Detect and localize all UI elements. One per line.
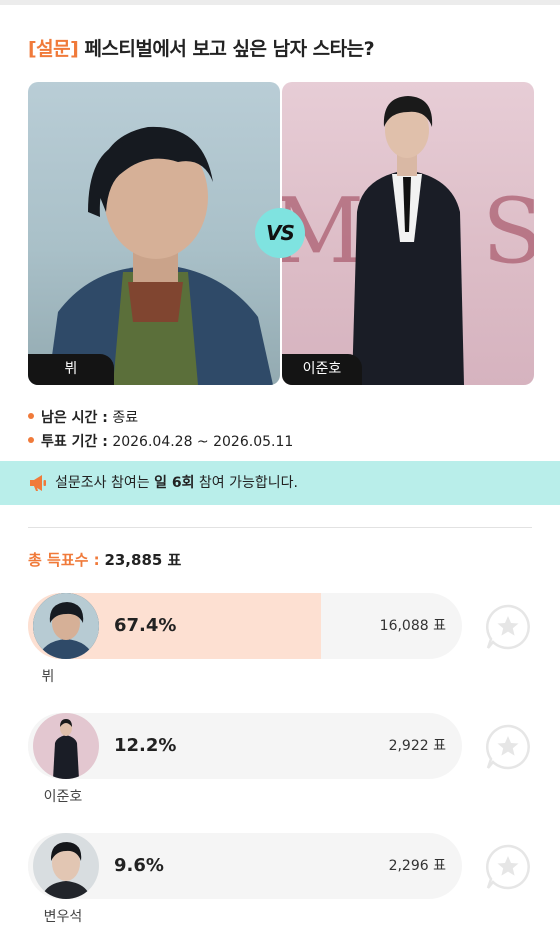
- avatar-illustration: [33, 593, 99, 659]
- result-row[interactable]: 9.6% 2,296 표: [28, 833, 462, 899]
- vs-badge: VS: [255, 208, 305, 258]
- bullet-dot-icon: [28, 437, 34, 443]
- vote-period-value: 2026.04.28 ~ 2026.05.11: [112, 434, 294, 450]
- result-votes: 2,296 표: [388, 858, 446, 874]
- result-votes: 16,088 표: [379, 618, 446, 634]
- vote-period-label: 투표 기간 :: [41, 434, 108, 450]
- result-candidate-name: 이준호: [43, 789, 83, 805]
- total-votes-label: 총 득표수 :: [28, 551, 100, 569]
- remaining-time-value: 종료: [112, 410, 139, 426]
- candidate-photo-left[interactable]: 뷔: [28, 82, 280, 385]
- notice-prefix: 설문조사 참여는: [55, 475, 150, 491]
- vote-star-button[interactable]: [484, 723, 532, 771]
- remaining-time-row: 남은 시간 : 종료: [28, 407, 138, 427]
- result-percent: 9.6%: [114, 855, 164, 876]
- total-votes-value: 23,885 표: [104, 551, 182, 569]
- vote-star-button[interactable]: [484, 843, 532, 891]
- avatar: [33, 593, 99, 659]
- bullet-dot-icon: [28, 413, 34, 419]
- top-divider-bar: [0, 0, 560, 5]
- avatar-illustration: [33, 713, 99, 779]
- portrait-illustration-left: [48, 126, 273, 385]
- megaphone-icon: [30, 475, 46, 491]
- notice-suffix: 참여 가능합니다.: [198, 475, 298, 491]
- participation-notice: 설문조사 참여는 일 6회 참여 가능합니다.: [0, 461, 560, 505]
- result-percent: 12.2%: [114, 735, 177, 756]
- vote-star-button[interactable]: [484, 603, 532, 651]
- candidate-photo-right[interactable]: M S 이준호: [282, 82, 534, 385]
- portrait-illustration-right: M S: [282, 96, 534, 385]
- svg-text:S: S: [482, 179, 534, 284]
- survey-title: [설문] 페스티벌에서 보고 싶은 남자 스타는?: [28, 34, 375, 61]
- remaining-time-label: 남은 시간 :: [41, 410, 108, 426]
- result-votes: 2,922 표: [388, 738, 446, 754]
- result-candidate-name: 변우석: [43, 909, 83, 925]
- result-candidate-name: 뷔: [41, 669, 55, 685]
- avatar: [33, 713, 99, 779]
- result-percent: 67.4%: [114, 615, 177, 636]
- vote-period-row: 투표 기간 : 2026.04.28 ~ 2026.05.11: [28, 431, 293, 451]
- result-row[interactable]: 67.4% 16,088 표: [28, 593, 462, 659]
- avatar-illustration: [33, 833, 99, 899]
- notice-emphasis: 일 6회: [154, 475, 195, 491]
- section-divider: [28, 527, 532, 528]
- candidate-name-tag-left: 뷔: [28, 354, 114, 385]
- survey-tag: [설문]: [28, 38, 79, 60]
- avatar: [33, 833, 99, 899]
- result-row[interactable]: 12.2% 2,922 표: [28, 713, 462, 779]
- candidate-name-tag-right: 이준호: [282, 354, 362, 385]
- total-votes: 총 득표수 : 23,885 표: [28, 549, 181, 570]
- survey-question: 페스티벌에서 보고 싶은 남자 스타는?: [84, 38, 375, 60]
